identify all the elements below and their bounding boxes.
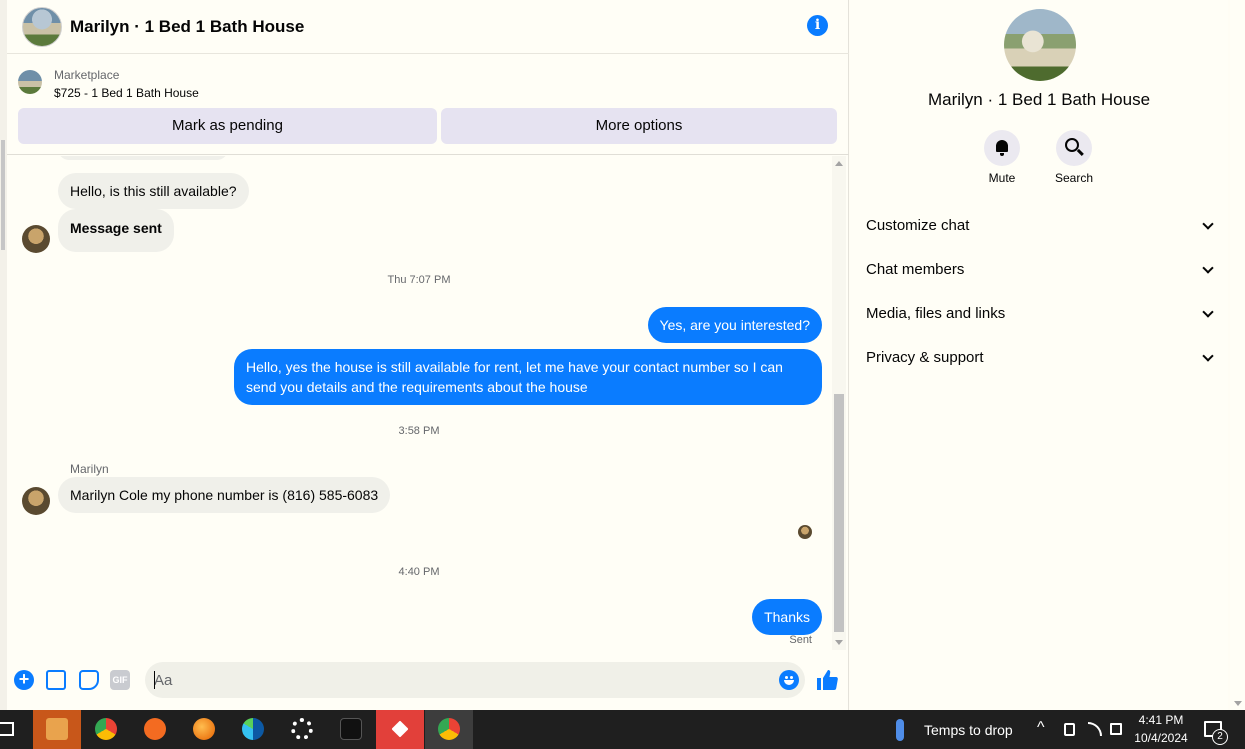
chat-panel: Marilyn · 1 Bed 1 Bath House i Marketpla… — [7, 0, 849, 710]
taskbar-app-chrome-profile[interactable] — [425, 710, 473, 749]
mute-button[interactable]: Mute — [972, 130, 1032, 185]
taskbar-app-avast[interactable] — [131, 710, 179, 749]
section-customize-chat[interactable]: Customize chat — [850, 206, 1228, 246]
scroll-down-arrow-icon[interactable] — [835, 640, 843, 645]
taskbar-app-settings[interactable] — [278, 710, 326, 749]
chevron-down-icon — [1202, 306, 1214, 318]
game-launcher-icon — [340, 718, 362, 740]
message-timestamp: 4:40 PM — [398, 566, 440, 578]
speaker-muted-icon[interactable] — [1110, 723, 1122, 735]
emoji-icon[interactable] — [779, 670, 799, 690]
taskbar-app-chrome[interactable] — [82, 710, 130, 749]
message-bubble-outgoing[interactable]: Hello, yes the house is still available … — [234, 349, 822, 405]
message-input-wrapper — [145, 662, 805, 698]
scroll-up-arrow-icon[interactable] — [835, 161, 843, 166]
message-input[interactable] — [145, 662, 765, 698]
message-timestamp: Thu 7:07 PM — [387, 274, 451, 286]
gear-icon — [291, 718, 313, 740]
message-scroll-thumb[interactable] — [834, 394, 844, 632]
sender-avatar[interactable] — [22, 487, 50, 515]
search-button[interactable]: Search — [1044, 130, 1104, 185]
chat-header: Marilyn · 1 Bed 1 Bath House i — [7, 0, 849, 54]
message-bubble-incoming[interactable]: Hello, is this still available? — [58, 173, 249, 209]
more-options-button[interactable]: More options — [441, 108, 837, 144]
details-panel: Marilyn · 1 Bed 1 Bath House Mute Search… — [850, 0, 1228, 710]
taskbar-app-anydesk[interactable] — [376, 710, 424, 749]
mark-as-pending-button[interactable]: Mark as pending — [18, 108, 437, 144]
delivery-status: Sent — [789, 634, 812, 646]
mute-label: Mute — [988, 171, 1016, 185]
info-icon[interactable]: i — [807, 15, 828, 36]
chevron-down-icon — [1202, 350, 1214, 362]
notification-count-badge: 2 — [1212, 729, 1228, 745]
section-label: Privacy & support — [866, 349, 984, 366]
thermometer-icon[interactable] — [896, 719, 904, 741]
chrome-icon — [438, 718, 460, 740]
sender-name: Marilyn — [70, 462, 109, 476]
gif-icon[interactable]: GIF — [110, 670, 130, 690]
composer: + GIF — [7, 652, 849, 710]
sender-avatar[interactable] — [22, 225, 50, 253]
listing-title[interactable]: $725 - 1 Bed 1 Bath House — [54, 86, 199, 100]
chevron-down-icon — [1202, 218, 1214, 230]
clock-time[interactable]: 4:41 PM — [1130, 713, 1192, 727]
photo-icon[interactable] — [46, 670, 66, 690]
chat-title[interactable]: Marilyn · 1 Bed 1 Bath House — [70, 17, 304, 37]
search-icon[interactable] — [1056, 130, 1092, 166]
message-bubble-incoming[interactable]: Message sent — [58, 209, 174, 252]
meet-now-icon[interactable] — [1064, 723, 1075, 736]
marketplace-label: Marketplace — [54, 68, 120, 82]
text-caret — [154, 671, 155, 689]
paint-icon — [46, 718, 68, 740]
left-edge-strip — [0, 0, 7, 710]
seen-indicator-avatar — [798, 525, 812, 539]
avast-icon — [144, 718, 166, 740]
taskbar: Temps to drop ^ 4:41 PM 10/4/2024 2 — [0, 710, 1245, 749]
anydesk-icon — [391, 720, 409, 738]
message-bubble-cut — [58, 156, 228, 160]
taskbar-app-epic[interactable] — [327, 710, 375, 749]
task-view-icon[interactable] — [0, 722, 14, 736]
chevron-down-icon — [1202, 262, 1214, 274]
section-privacy-support[interactable]: Privacy & support — [850, 338, 1228, 378]
clock-date[interactable]: 10/4/2024 — [1128, 731, 1194, 745]
chevron-up-icon[interactable]: ^ — [1037, 719, 1045, 737]
edge-icon — [242, 718, 264, 740]
section-media-files-links[interactable]: Media, files and links — [850, 294, 1228, 334]
sticker-icon[interactable] — [79, 670, 99, 690]
message-list: Hello, is this still available? Message … — [7, 156, 849, 652]
left-scroll-thumb[interactable] — [1, 140, 5, 250]
section-label: Chat members — [866, 261, 965, 278]
section-chat-members[interactable]: Chat members — [850, 250, 1228, 290]
thumbs-up-icon[interactable] — [815, 668, 839, 692]
taskbar-app-paint[interactable] — [33, 710, 81, 749]
message-bubble-outgoing[interactable]: Thanks — [752, 599, 822, 635]
scroll-down-arrow-icon[interactable] — [1234, 701, 1242, 706]
message-bubble-outgoing[interactable]: Yes, are you interested? — [647, 307, 822, 343]
weather-text[interactable]: Temps to drop — [924, 722, 1013, 738]
message-bubble-incoming[interactable]: Marilyn Cole my phone number is (816) 58… — [58, 477, 391, 513]
message-scrollbar[interactable] — [832, 156, 846, 650]
section-label: Media, files and links — [866, 305, 1006, 322]
listing-thumbnail[interactable] — [18, 70, 42, 94]
chrome-icon — [95, 718, 117, 740]
page-scrollbar[interactable] — [1230, 0, 1245, 710]
marketplace-banner: Marketplace $725 - 1 Bed 1 Bath House Ma… — [7, 55, 849, 155]
plus-icon[interactable]: + — [14, 670, 34, 690]
conversation-avatar[interactable] — [22, 6, 62, 47]
taskbar-app-firefox[interactable] — [180, 710, 228, 749]
taskbar-app-edge[interactable] — [229, 710, 277, 749]
conversation-profile-avatar[interactable] — [1004, 9, 1076, 81]
section-label: Customize chat — [866, 217, 970, 234]
bell-icon[interactable] — [984, 130, 1020, 166]
wifi-icon[interactable] — [1088, 722, 1102, 736]
message-timestamp: 3:58 PM — [398, 425, 440, 437]
details-title: Marilyn · 1 Bed 1 Bath House — [927, 90, 1151, 109]
firefox-icon — [193, 718, 215, 740]
search-label: Search — [1054, 171, 1094, 185]
